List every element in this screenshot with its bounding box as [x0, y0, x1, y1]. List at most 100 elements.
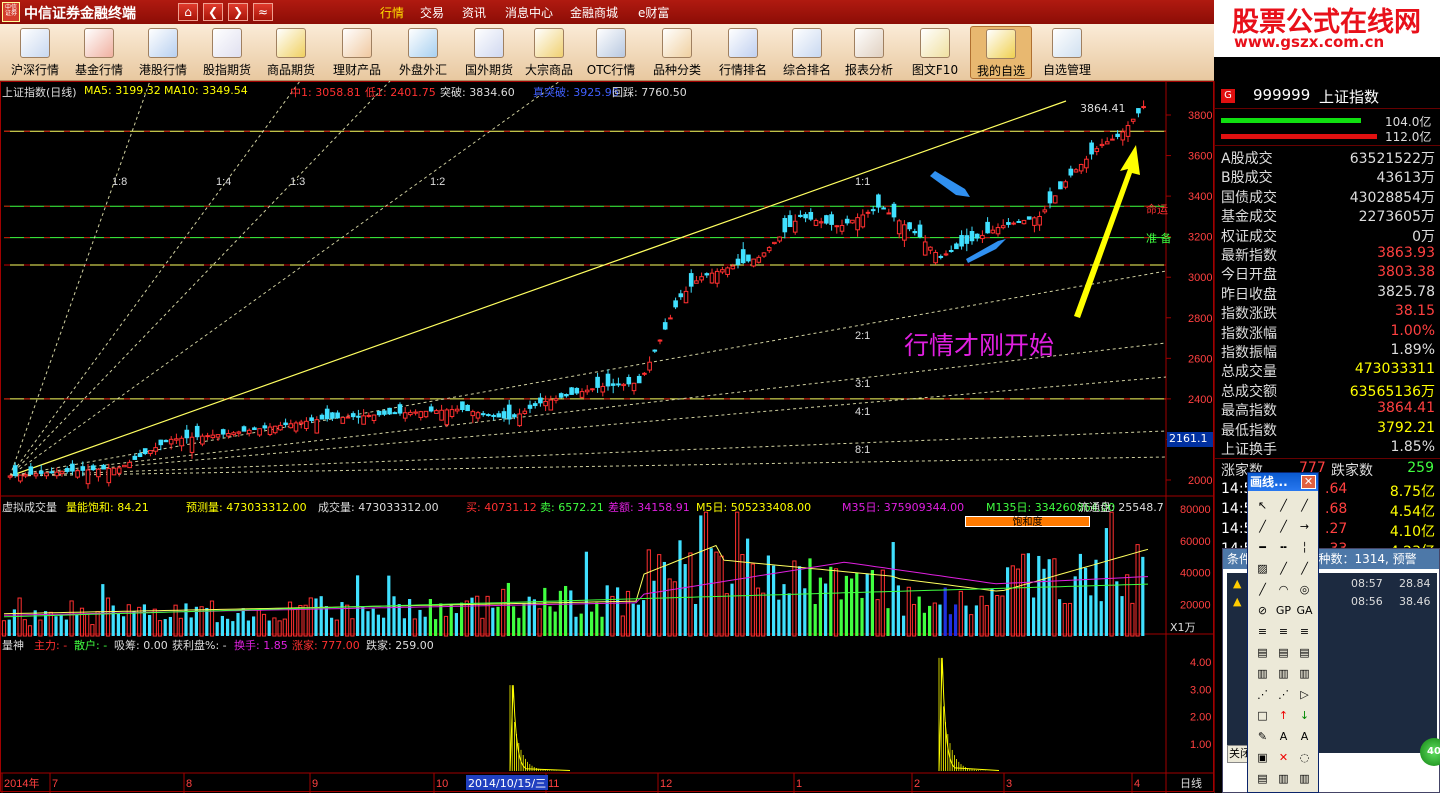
- candle-body: [7, 475, 13, 478]
- drawing-tool-40-icon[interactable]: ▥: [1273, 768, 1294, 789]
- drawing-tool-41-icon[interactable]: ▥: [1294, 768, 1315, 789]
- drawing-tool-2-icon[interactable]: ╱: [1294, 495, 1315, 516]
- drawing-tool-22-icon[interactable]: ▤: [1273, 642, 1294, 663]
- drawing-tool-26-icon[interactable]: ▥: [1294, 663, 1315, 684]
- menu-quotes[interactable]: 行情: [380, 4, 404, 21]
- collapse-button[interactable]: ≈: [253, 3, 273, 21]
- drawing-tool-28-icon[interactable]: ⋰: [1273, 684, 1294, 705]
- toolbar-button-12[interactable]: 综合排名: [776, 26, 838, 79]
- drawing-tool-5-icon[interactable]: →: [1294, 516, 1315, 537]
- toolbar-button-9[interactable]: OTC行情: [580, 26, 642, 79]
- drawing-tool-3-icon[interactable]: ╱: [1252, 516, 1273, 537]
- drawing-tool-14-icon[interactable]: ◎: [1294, 579, 1315, 600]
- drawing-tool-close-button[interactable]: ✕: [1301, 475, 1316, 489]
- candle-body: [694, 280, 699, 284]
- price-axis-label: 2400: [1188, 394, 1212, 406]
- drawing-tool-34-icon[interactable]: A: [1273, 726, 1294, 747]
- drawing-tool-33-icon[interactable]: ✎: [1252, 726, 1273, 747]
- drawing-tool-15-icon[interactable]: ⊘: [1252, 600, 1273, 621]
- drawing-tool-21-icon[interactable]: ▤: [1252, 642, 1273, 663]
- candle-body: [959, 235, 964, 247]
- toolbar-button-16[interactable]: 自选管理: [1036, 26, 1098, 79]
- drawing-tool-12-icon[interactable]: ╱: [1252, 579, 1273, 600]
- drawing-tool-9-icon[interactable]: ▨: [1252, 558, 1273, 579]
- quote-row-value: 63521522万: [1349, 151, 1435, 167]
- drawing-tool-35-icon[interactable]: A: [1294, 726, 1315, 747]
- menu-news[interactable]: 资讯: [462, 4, 486, 21]
- volume-bar: [911, 603, 917, 637]
- candle-body: [766, 247, 772, 252]
- drawing-tool-36-icon[interactable]: ▣: [1252, 747, 1273, 768]
- toolbar-button-1[interactable]: 基金行情: [68, 26, 130, 79]
- price-axis-label: 2000: [1188, 475, 1212, 487]
- float-ball-badge[interactable]: 40: [1420, 738, 1440, 766]
- drawing-tool-titlebar[interactable]: 画线... ✕: [1248, 473, 1318, 491]
- drawing-tool-32-icon[interactable]: ↓: [1294, 705, 1315, 726]
- drawing-tool-8-icon[interactable]: ╎: [1294, 537, 1315, 558]
- candle-body: [995, 227, 1001, 235]
- menu-trade[interactable]: 交易: [420, 4, 444, 21]
- toolbar-button-0[interactable]: 沪深行情: [4, 26, 66, 79]
- drawing-tool-11-icon[interactable]: ╱: [1294, 558, 1315, 579]
- drawing-tool-29-icon[interactable]: ▷: [1294, 684, 1315, 705]
- drawing-tool-7-icon[interactable]: ╍: [1273, 537, 1294, 558]
- drawing-tool-0-icon[interactable]: ↖: [1252, 495, 1273, 516]
- toolbar-button-label: 综合排名: [782, 63, 831, 77]
- toolbar-button-13[interactable]: 报表分析: [838, 26, 900, 79]
- candle-body: [834, 225, 840, 228]
- drawing-tool-39-icon[interactable]: ▤: [1252, 768, 1273, 789]
- drawing-tool-palette[interactable]: 画线... ✕ ↖ ╱ ╱ ╱ ╱ → ━ ╍ ╎ ▨ ╱ ╱ ╱ ◠ ◎ ⊘ GP GA ≡ ≡ ≡ ▤ ▤ ▤ ▥ ▥ ▥ ⋰ ⋰ ▷ □…: [1247, 472, 1319, 793]
- drawing-tool-20-icon[interactable]: ≡: [1294, 621, 1315, 642]
- candle-body: [397, 404, 403, 414]
- toolbar-button-label: 基金行情: [74, 63, 123, 77]
- toolbar-button-14[interactable]: 图文F10: [904, 26, 966, 79]
- drawing-tool-1-icon[interactable]: ╱: [1273, 495, 1294, 516]
- drawing-tool-6-icon[interactable]: ━: [1252, 537, 1273, 558]
- toolbar-button-5[interactable]: 理财产品: [326, 26, 388, 79]
- drawing-tool-19-icon[interactable]: ≡: [1273, 621, 1294, 642]
- menu-mall[interactable]: 金融商城: [570, 4, 618, 21]
- drawing-tool-16-icon[interactable]: GP: [1273, 600, 1294, 621]
- drawing-tool-18-icon[interactable]: ≡: [1252, 621, 1273, 642]
- candle-body: [1084, 158, 1089, 169]
- menu-messages[interactable]: 消息中心: [505, 4, 553, 21]
- drawing-tool-27-icon[interactable]: ⋰: [1252, 684, 1273, 705]
- drawing-tool-23-icon[interactable]: ▤: [1294, 642, 1315, 663]
- drawing-tool-37-icon[interactable]: ✕: [1273, 747, 1294, 768]
- menu-efortune[interactable]: e财富: [638, 4, 669, 21]
- forward-button[interactable]: ❯: [228, 3, 248, 21]
- toolbar-button-7[interactable]: 国外期货: [458, 26, 520, 79]
- candle-body: [101, 464, 106, 470]
- toolbar-button-11[interactable]: 行情排名: [712, 26, 774, 79]
- kline-chart-canvas[interactable]: 3800360034003200300028002600240022002000…: [0, 81, 1214, 793]
- quote-row: 指数涨跌 38.15: [1221, 303, 1435, 322]
- drawing-tool-30-icon[interactable]: □: [1252, 705, 1273, 726]
- drawing-tool-13-icon[interactable]: ◠: [1273, 579, 1294, 600]
- chart-area[interactable]: 3800360034003200300028002600240022002000…: [0, 81, 1214, 793]
- back-button[interactable]: ❮: [203, 3, 223, 21]
- level-upper-label: 命运: [1146, 203, 1168, 216]
- drawing-tool-25-icon[interactable]: ▥: [1273, 663, 1294, 684]
- toolbar-button-6[interactable]: 外盘外汇: [392, 26, 454, 79]
- volume-bar: [782, 584, 786, 636]
- candle-body: [917, 224, 923, 238]
- toolbar-button-8[interactable]: 大宗商品: [518, 26, 580, 79]
- toolbar-button-15[interactable]: 我的自选: [970, 26, 1032, 79]
- drawing-tool-17-icon[interactable]: GA: [1294, 600, 1315, 621]
- toolbar-button-3[interactable]: 股指期货: [196, 26, 258, 79]
- drawing-tool-38-icon[interactable]: ◌: [1294, 747, 1315, 768]
- toolbar-button-2[interactable]: 港股行情: [132, 26, 194, 79]
- toolbar-button-4[interactable]: 商品期货: [260, 26, 322, 79]
- drawing-tool-24-icon[interactable]: ▥: [1252, 663, 1273, 684]
- candle-body: [506, 404, 512, 420]
- drawing-tool-10-icon[interactable]: ╱: [1273, 558, 1294, 579]
- drawing-tool-31-icon[interactable]: ↑: [1273, 705, 1294, 726]
- volume-bar: [672, 581, 677, 637]
- toolbar-button-10[interactable]: 品种分类: [646, 26, 708, 79]
- candle-body: [517, 413, 522, 427]
- period-label[interactable]: 日线: [1180, 775, 1202, 791]
- indicator-axis-label: 3.00: [1190, 684, 1211, 696]
- home-button[interactable]: ⌂: [178, 3, 198, 21]
- indicator-title: 量神: [2, 639, 24, 652]
- drawing-tool-4-icon[interactable]: ╱: [1273, 516, 1294, 537]
